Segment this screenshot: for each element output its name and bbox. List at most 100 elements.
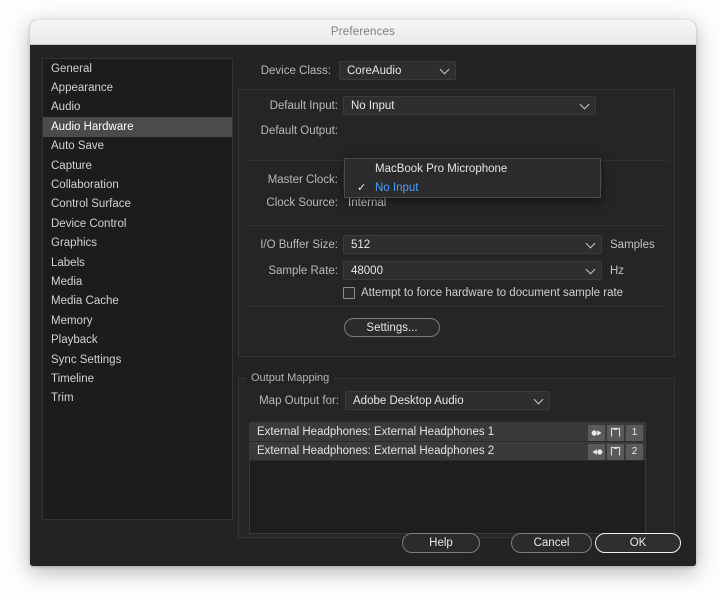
- sidebar-item-label: Control Surface: [51, 198, 131, 210]
- sidebar-item-label: Auto Save: [51, 140, 104, 152]
- preferences-window: Preferences General Appearance Audio Aud…: [30, 20, 696, 566]
- channel-number[interactable]: 2: [626, 444, 643, 460]
- clock-source-row: Clock Source: Internal: [239, 197, 669, 209]
- sidebar-item-label: Labels: [51, 257, 85, 269]
- sidebar-item-graphics[interactable]: Graphics: [43, 234, 232, 253]
- chevron-down-icon: [587, 266, 595, 274]
- dropdown-option-no-input[interactable]: ✓ No Input: [345, 178, 600, 197]
- map-output-for-value: Adobe Desktop Audio: [353, 395, 464, 407]
- cancel-button[interactable]: Cancel: [511, 533, 592, 553]
- io-buffer-size-unit: Samples: [610, 239, 655, 251]
- default-input-dropdown-menu[interactable]: MacBook Pro Microphone ✓ No Input: [344, 158, 601, 198]
- dialog-footer: Help Cancel OK: [30, 533, 696, 555]
- help-button[interactable]: Help: [402, 533, 480, 553]
- output-channel-list[interactable]: External Headphones: External Headphones…: [249, 422, 646, 534]
- clock-source-label: Clock Source:: [239, 197, 338, 209]
- io-buffer-size-row: I/O Buffer Size: 512 Samples: [239, 235, 676, 254]
- speaker-right-icon[interactable]: [588, 425, 605, 441]
- preferences-content-pane: Device Class: CoreAudio Default Input:: [235, 58, 684, 558]
- pan-bracket-icon[interactable]: [607, 444, 624, 460]
- sidebar-item-media[interactable]: Media: [43, 272, 232, 291]
- sidebar-item-label: General: [51, 63, 92, 75]
- sidebar-item-sync-settings[interactable]: Sync Settings: [43, 350, 232, 369]
- output-row-controls: 2: [588, 444, 643, 460]
- sample-rate-unit: Hz: [610, 265, 624, 277]
- ok-button[interactable]: OK: [595, 533, 681, 553]
- chevron-down-icon: [535, 396, 543, 404]
- cancel-button-label: Cancel: [534, 537, 570, 549]
- map-output-for-label: Map Output for:: [239, 395, 339, 407]
- sample-rate-combo[interactable]: 48000: [343, 261, 602, 280]
- sidebar-item-capture[interactable]: Capture: [43, 156, 232, 175]
- sidebar-item-media-cache[interactable]: Media Cache: [43, 292, 232, 311]
- default-output-label: Default Output:: [239, 125, 338, 137]
- sidebar-item-label: Media: [51, 276, 82, 288]
- sidebar-item-memory[interactable]: Memory: [43, 311, 232, 330]
- default-input-label: Default Input:: [239, 100, 338, 112]
- sidebar-item-collaboration[interactable]: Collaboration: [43, 175, 232, 194]
- default-input-value: No Input: [351, 100, 394, 112]
- preferences-category-list[interactable]: General Appearance Audio Audio Hardware …: [42, 58, 233, 520]
- sidebar-item-labels[interactable]: Labels: [43, 253, 232, 272]
- sidebar-item-device-control[interactable]: Device Control: [43, 214, 232, 233]
- map-output-for-combo[interactable]: Adobe Desktop Audio: [345, 391, 550, 410]
- sample-rate-value: 48000: [351, 265, 383, 277]
- sidebar-item-label: Sync Settings: [51, 354, 121, 366]
- device-class-combo[interactable]: CoreAudio: [339, 61, 456, 80]
- force-hardware-checkbox-row[interactable]: Attempt to force hardware to document sa…: [343, 287, 623, 299]
- window-titlebar[interactable]: Preferences: [30, 20, 696, 45]
- sidebar-item-audio-hardware[interactable]: Audio Hardware: [43, 117, 232, 136]
- window-title: Preferences: [331, 26, 395, 38]
- sidebar-item-label: Audio: [51, 101, 80, 113]
- default-input-row: Default Input: No Input: [239, 96, 669, 115]
- dropdown-option-label: MacBook Pro Microphone: [375, 163, 507, 175]
- pan-bracket-icon[interactable]: [607, 425, 624, 441]
- output-mapping-title: Output Mapping: [246, 372, 334, 384]
- sidebar-item-playback[interactable]: Playback: [43, 330, 232, 349]
- io-buffer-size-combo[interactable]: 512: [343, 235, 602, 254]
- sidebar-item-label: Capture: [51, 160, 92, 172]
- sidebar-item-label: Device Control: [51, 218, 126, 230]
- sample-rate-label: Sample Rate:: [239, 265, 338, 277]
- sample-rate-row: Sample Rate: 48000 Hz: [239, 261, 676, 280]
- device-class-value: CoreAudio: [347, 65, 401, 77]
- channel-number[interactable]: 1: [626, 425, 643, 441]
- default-input-combo[interactable]: No Input: [343, 96, 596, 115]
- settings-button-label: Settings...: [366, 322, 417, 334]
- table-row[interactable]: External Headphones: External Headphones…: [250, 423, 645, 442]
- divider: [245, 225, 668, 226]
- window-body: General Appearance Audio Audio Hardware …: [30, 45, 696, 566]
- master-clock-label: Master Clock:: [239, 174, 338, 186]
- audio-device-groupbox: Default Input: No Input Default Output: …: [238, 89, 675, 357]
- io-buffer-size-value: 512: [351, 239, 370, 251]
- chevron-down-icon: [587, 240, 595, 248]
- default-output-row: Default Output:: [239, 125, 669, 137]
- checkbox-icon[interactable]: [343, 287, 355, 299]
- desktop-background: Preferences General Appearance Audio Aud…: [0, 0, 720, 600]
- map-output-for-row: Map Output for: Adobe Desktop Audio: [239, 391, 669, 410]
- force-hardware-label: Attempt to force hardware to document sa…: [361, 287, 623, 299]
- settings-button[interactable]: Settings...: [344, 318, 440, 337]
- dropdown-option-macbook-pro-microphone[interactable]: MacBook Pro Microphone: [345, 159, 600, 178]
- dropdown-option-label: No Input: [375, 182, 418, 194]
- sidebar-item-audio[interactable]: Audio: [43, 98, 232, 117]
- sidebar-item-timeline[interactable]: Timeline: [43, 369, 232, 388]
- sidebar-item-control-surface[interactable]: Control Surface: [43, 195, 232, 214]
- sidebar-item-general[interactable]: General: [43, 59, 232, 78]
- chevron-down-icon: [581, 101, 589, 109]
- output-row-label: External Headphones: External Headphones…: [257, 445, 494, 457]
- output-mapping-groupbox: Output Mapping Map Output for: Adobe Des…: [238, 378, 675, 538]
- divider: [245, 306, 668, 307]
- sidebar-item-label: Collaboration: [51, 179, 119, 191]
- output-row-controls: 1: [588, 425, 643, 441]
- sidebar-item-label: Memory: [51, 315, 93, 327]
- sidebar-item-auto-save[interactable]: Auto Save: [43, 137, 232, 156]
- table-row[interactable]: External Headphones: External Headphones…: [250, 442, 645, 461]
- sidebar-item-trim[interactable]: Trim: [43, 389, 232, 408]
- ok-button-label: OK: [630, 537, 647, 549]
- sidebar-item-label: Timeline: [51, 373, 94, 385]
- help-button-label: Help: [429, 537, 453, 549]
- sidebar-item-appearance[interactable]: Appearance: [43, 78, 232, 97]
- speaker-left-icon[interactable]: [588, 444, 605, 460]
- clock-source-value: Internal: [348, 197, 386, 209]
